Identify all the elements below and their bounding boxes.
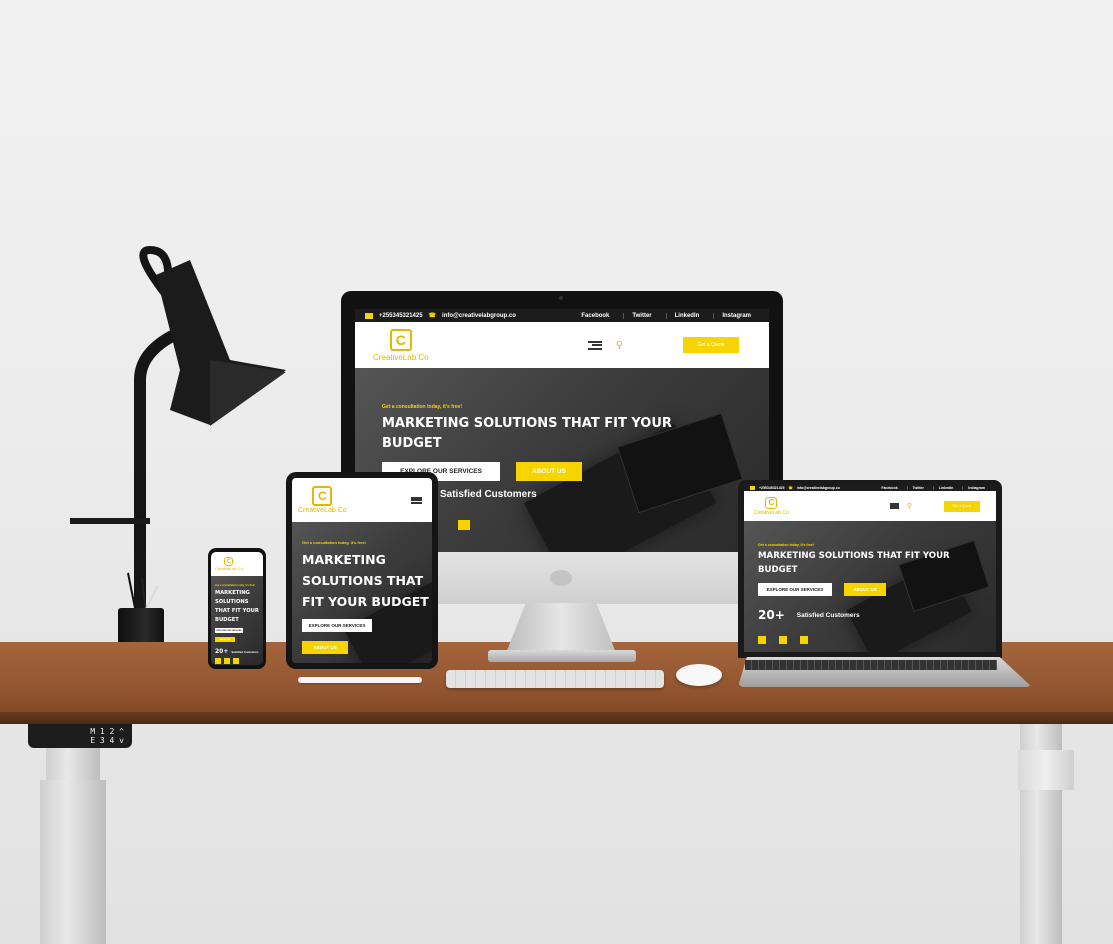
- get-quote-button[interactable]: Get a Quote: [683, 337, 739, 353]
- stat-number: 20+: [215, 648, 229, 655]
- wireless-mouse: [676, 664, 722, 686]
- top-bar: +255345321425 ☎ info@creativelabgroup.co…: [355, 309, 769, 322]
- social-link-linkedin[interactable]: LinkedIn: [665, 312, 708, 319]
- desk-leg-left-lower: [40, 780, 106, 944]
- logo-text: CreativeLab Co: [298, 507, 347, 514]
- explore-services-button[interactable]: EXPLORE OUR SERVICES: [302, 619, 372, 632]
- phone-number[interactable]: +255345321425: [759, 486, 784, 490]
- explore-services-button[interactable]: EXPLORE OUR SERVICES: [215, 628, 243, 633]
- feature-icon: [779, 636, 787, 644]
- tablet-screen: C CreativeLab Co Get a consultation toda…: [292, 478, 432, 663]
- social-link-facebook[interactable]: Facebook: [573, 313, 617, 319]
- feature-icon: [233, 658, 239, 664]
- hero-tagline: Get a consultation today, it's free!: [302, 540, 366, 545]
- feature-icon: [224, 658, 230, 664]
- stats-row: 20+ Satisfied Customers: [758, 608, 996, 622]
- about-us-button[interactable]: ABOUT US: [516, 462, 582, 481]
- hero-headline: MARKETING SOLUTIONS THAT FIT YOUR BUDGET: [215, 590, 259, 623]
- stat-label: Satisfied Customers: [796, 611, 860, 619]
- hero-headline: MARKETING SOLUTIONS THAT FIT YOUR BUDGET: [302, 552, 429, 609]
- logo-mark: C: [389, 328, 412, 351]
- about-us-button[interactable]: ABOUT US: [215, 637, 235, 642]
- feature-icons: [758, 636, 996, 644]
- controller-row-2: E 3 4 v: [90, 736, 124, 745]
- site-logo[interactable]: C CreativeLab Co: [215, 557, 243, 571]
- hero-section: Get a consultation today, it's free! MAR…: [744, 521, 996, 652]
- hero-tagline: Get a consultation today, it's free!: [758, 543, 814, 547]
- phone-screen: C CreativeLab Co Get a consultation toda…: [211, 552, 263, 665]
- desk-height-controller[interactable]: M 1 2 ^ E 3 4 v: [28, 724, 132, 748]
- apple-logo-icon: [550, 570, 572, 586]
- hero-section: Get a consultation today, it's free! MAR…: [292, 522, 432, 663]
- logo-text: CreativeLab Co: [215, 566, 243, 571]
- top-bar: +255345321425 ☎ info@creativelabgroup.co…: [744, 484, 996, 491]
- navbar: C CreativeLab Co: [292, 478, 432, 522]
- search-icon[interactable]: ⚲: [616, 340, 623, 351]
- desk-leg-right-joint: [1018, 750, 1074, 790]
- site-logo[interactable]: C CreativeLab Co: [373, 328, 429, 362]
- email-address[interactable]: info@creativelabgroup.co: [442, 313, 516, 319]
- navbar: C CreativeLab Co: [211, 552, 263, 576]
- phone-icon: ☎: [788, 485, 793, 490]
- site-logo[interactable]: C CreativeLab Co: [298, 486, 347, 514]
- logo-text: CreativeLab Co: [754, 509, 789, 516]
- social-link-linkedin[interactable]: LinkedIn: [932, 485, 958, 490]
- camera-icon: [559, 296, 563, 300]
- explore-services-button[interactable]: EXPLORE OUR SERVICES: [758, 583, 832, 596]
- feature-icon: [458, 520, 470, 530]
- mail-icon: [365, 312, 373, 319]
- feature-icon: [800, 636, 808, 644]
- hero-tagline: Get a consultation today, it's free!: [382, 404, 462, 410]
- social-link-twitter[interactable]: Twitter: [623, 312, 659, 319]
- about-us-button[interactable]: ABOUT US: [844, 583, 886, 596]
- logo-mark: C: [765, 496, 778, 509]
- controller-row-1: M 1 2 ^: [90, 727, 124, 736]
- hamburger-menu-icon[interactable]: [889, 503, 899, 509]
- stat-label: Satisfied Customers: [440, 489, 537, 500]
- hamburger-menu-icon[interactable]: [411, 496, 422, 504]
- logo-text: CreativeLab Co: [373, 352, 429, 362]
- navbar: C CreativeLab Co ⚲ Get a Quote: [355, 322, 769, 368]
- about-us-button[interactable]: ABOUT US: [302, 641, 348, 654]
- stat-label: Satisfied Customers: [231, 649, 259, 654]
- monitor-foot: [488, 650, 636, 662]
- social-link-facebook[interactable]: Facebook: [876, 486, 902, 490]
- social-link-twitter[interactable]: Twitter: [906, 485, 929, 490]
- monitor-stand: [506, 603, 616, 653]
- stats-row: Satisfied Customers: [382, 489, 769, 500]
- hero-tagline: Get a consultation today, it's free!: [215, 584, 255, 587]
- mail-icon: [750, 485, 755, 490]
- hero-section: Get a consultation today, it's free! MAR…: [211, 576, 263, 665]
- hero-headline: MARKETING SOLUTIONS THAT FIT YOUR BUDGET: [758, 551, 950, 575]
- search-icon[interactable]: ⚲: [907, 502, 912, 510]
- phone-number[interactable]: +255345321425: [379, 313, 423, 319]
- desk-edge: [0, 712, 1113, 724]
- stylus-pencil: [298, 677, 422, 683]
- phone-icon: ☎: [428, 313, 437, 319]
- social-link-instagram[interactable]: Instagram: [713, 312, 759, 319]
- logo-mark: C: [312, 486, 333, 506]
- feature-icon: [758, 636, 766, 644]
- feature-icon: [215, 658, 221, 664]
- wireless-keyboard: [446, 670, 664, 688]
- hero-headline: MARKETING SOLUTIONS THAT FIT YOUR BUDGET: [382, 416, 672, 451]
- hamburger-menu-icon[interactable]: [587, 340, 602, 350]
- email-address[interactable]: info@creativelabgroup.co: [797, 486, 840, 490]
- feature-icons: [215, 658, 263, 664]
- feature-icons: [382, 520, 769, 530]
- social-link-instagram[interactable]: Instagram: [962, 485, 990, 490]
- navbar: C CreativeLab Co ⚲ Get a Quote: [744, 491, 996, 521]
- laptop-screen: +255345321425 ☎ info@creativelabgroup.co…: [744, 484, 996, 652]
- get-quote-button[interactable]: Get a Quote: [944, 500, 980, 512]
- stats-row: 20+ Satisfied Customers: [215, 648, 263, 655]
- logo-mark: C: [224, 557, 234, 566]
- stat-number: 20+: [758, 608, 785, 622]
- site-logo[interactable]: C CreativeLab Co: [754, 496, 789, 516]
- laptop-keyboard: [745, 660, 997, 670]
